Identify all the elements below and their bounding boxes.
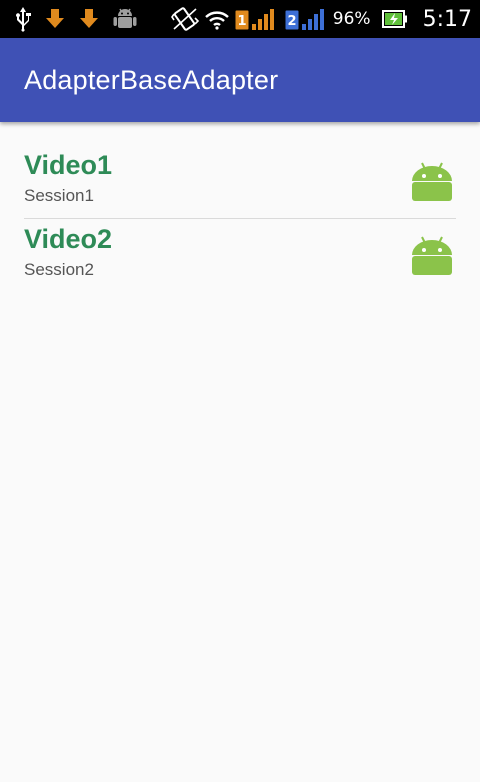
item-subtitle: Session1 — [24, 186, 94, 205]
vibrate-icon — [170, 6, 199, 32]
clock: 5:17 — [422, 6, 472, 32]
android-icon — [412, 235, 452, 275]
wifi-icon — [204, 8, 230, 30]
item-title: Video2 — [24, 224, 113, 254]
sim2-signal-icon: 2 — [285, 8, 326, 30]
app-title: AdapterBaseAdapter — [24, 64, 279, 95]
battery-charging-icon — [381, 10, 408, 28]
system-icons: 1 2 96% 5:17 — [170, 0, 472, 38]
usb-icon — [14, 6, 32, 32]
list-item[interactable]: Video2 Session2 — [24, 218, 456, 291]
video-list: Video1 Session1 Video2 Session2 — [24, 145, 456, 291]
sim2-label: 2 — [287, 14, 296, 29]
android-icon — [412, 161, 452, 201]
download-icon — [78, 7, 100, 31]
status-bar: 1 2 96% 5:17 — [0, 0, 480, 38]
sim1-label: 1 — [237, 14, 246, 29]
item-title: Video1 — [24, 150, 113, 180]
download-icon — [44, 7, 66, 31]
android-debug-icon — [112, 6, 138, 32]
list-item[interactable]: Video1 Session1 — [24, 145, 456, 218]
notification-icons — [14, 0, 138, 38]
sim1-signal-icon: 1 — [235, 8, 276, 30]
action-bar: AdapterBaseAdapter — [0, 38, 480, 122]
battery-percent: 96% — [332, 9, 371, 29]
item-subtitle: Session2 — [24, 260, 94, 279]
